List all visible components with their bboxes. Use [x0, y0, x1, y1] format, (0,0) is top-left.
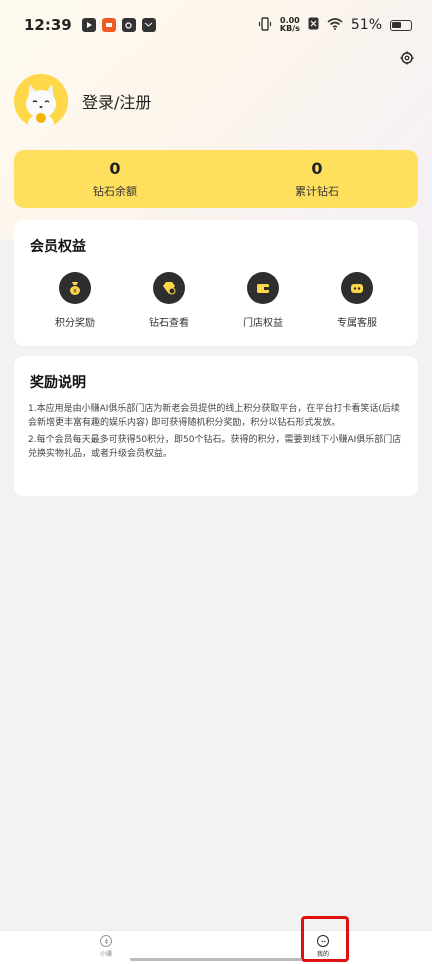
- reward-description-title: 奖励说明: [30, 375, 86, 391]
- diamond-balance-label: 钻石余额: [93, 185, 137, 198]
- benefit-row: ¥ 积分奖励 钻石查看 门店权益 专属客服: [14, 272, 418, 329]
- benefit-label: 积分奖励: [55, 318, 95, 329]
- benefit-label: 门店权益: [243, 318, 283, 329]
- home-indicator[interactable]: [130, 958, 302, 961]
- battery-percent: 51%: [350, 17, 382, 33]
- status-time: 12:39: [24, 16, 72, 34]
- coin-icon: [100, 935, 112, 947]
- member-benefits-card: 会员权益 ¥ 积分奖励 钻石查看 门店权益 专属客服: [14, 220, 418, 346]
- notification-icons: [81, 18, 156, 32]
- diamond-total[interactable]: 0 累计钻石: [216, 150, 418, 208]
- nav-item-xiaozhuan[interactable]: 小赚: [100, 935, 112, 958]
- reward-description-card: 奖励说明 1.本应用是由小赚AI俱乐部门店为新老会员提供的线上积分获取平台，在平…: [14, 356, 418, 496]
- robot-icon: [341, 272, 373, 304]
- mail-app-icon: [141, 18, 156, 32]
- avatar[interactable]: [14, 74, 68, 128]
- svg-text:¥: ¥: [73, 288, 77, 295]
- net-speed-unit: KB/s: [279, 24, 300, 33]
- diamond-total-value: 0: [311, 159, 323, 178]
- nav-label: 小赚: [100, 951, 113, 958]
- diamond-balance[interactable]: 0 钻石余额: [14, 150, 216, 208]
- benefit-label: 专属客服: [337, 318, 377, 329]
- diamond-summary-card: 0 钻石余额 0 累计钻石: [14, 150, 418, 208]
- login-register-link[interactable]: 登录/注册: [82, 89, 151, 113]
- settings-gear-icon[interactable]: [400, 50, 418, 68]
- reward-description-text: 1.本应用是由小赚AI俱乐部门店为新老会员提供的线上积分获取平台，在平台打卡看笑…: [28, 402, 404, 464]
- net-speed: 0.00 KB/s: [280, 17, 300, 33]
- profile-section[interactable]: 登录/注册: [14, 74, 151, 128]
- status-right: 0.00 KB/s 51%: [258, 17, 412, 34]
- benefit-exclusive-service[interactable]: 专属客服: [317, 272, 397, 329]
- highlight-box: [301, 916, 349, 962]
- reward-paragraph: 1.本应用是由小赚AI俱乐部门店为新老会员提供的线上积分获取平台，在平台打卡看笑…: [28, 404, 400, 428]
- reward-paragraph: 2.每个会员每天最多可获得50积分，即50个钻石。获得的积分，需要到线下小赚AI…: [28, 435, 402, 459]
- link-app-icon: [121, 18, 136, 32]
- benefit-store-rights[interactable]: 门店权益: [223, 272, 303, 329]
- benefit-diamond-view[interactable]: 钻石查看: [129, 272, 209, 329]
- benefit-label: 钻石查看: [149, 318, 189, 329]
- taobao-app-icon: [101, 18, 116, 32]
- wifi-icon: [327, 17, 343, 33]
- sim-off-icon: [308, 17, 319, 33]
- vibrate-icon: [258, 16, 272, 34]
- diamond-balance-value: 0: [109, 159, 121, 178]
- member-benefits-title: 会员权益: [30, 239, 86, 255]
- money-bag-icon: ¥: [59, 272, 91, 304]
- benefit-points-reward[interactable]: ¥ 积分奖励: [35, 272, 115, 329]
- diamond-icon: [153, 272, 185, 304]
- wallet-icon: [247, 272, 279, 304]
- diamond-total-label: 累计钻石: [295, 185, 339, 198]
- battery-icon: [390, 19, 412, 31]
- play-app-icon: [81, 18, 96, 32]
- status-bar: 12:39 0.00 KB/s 51%: [0, 0, 432, 50]
